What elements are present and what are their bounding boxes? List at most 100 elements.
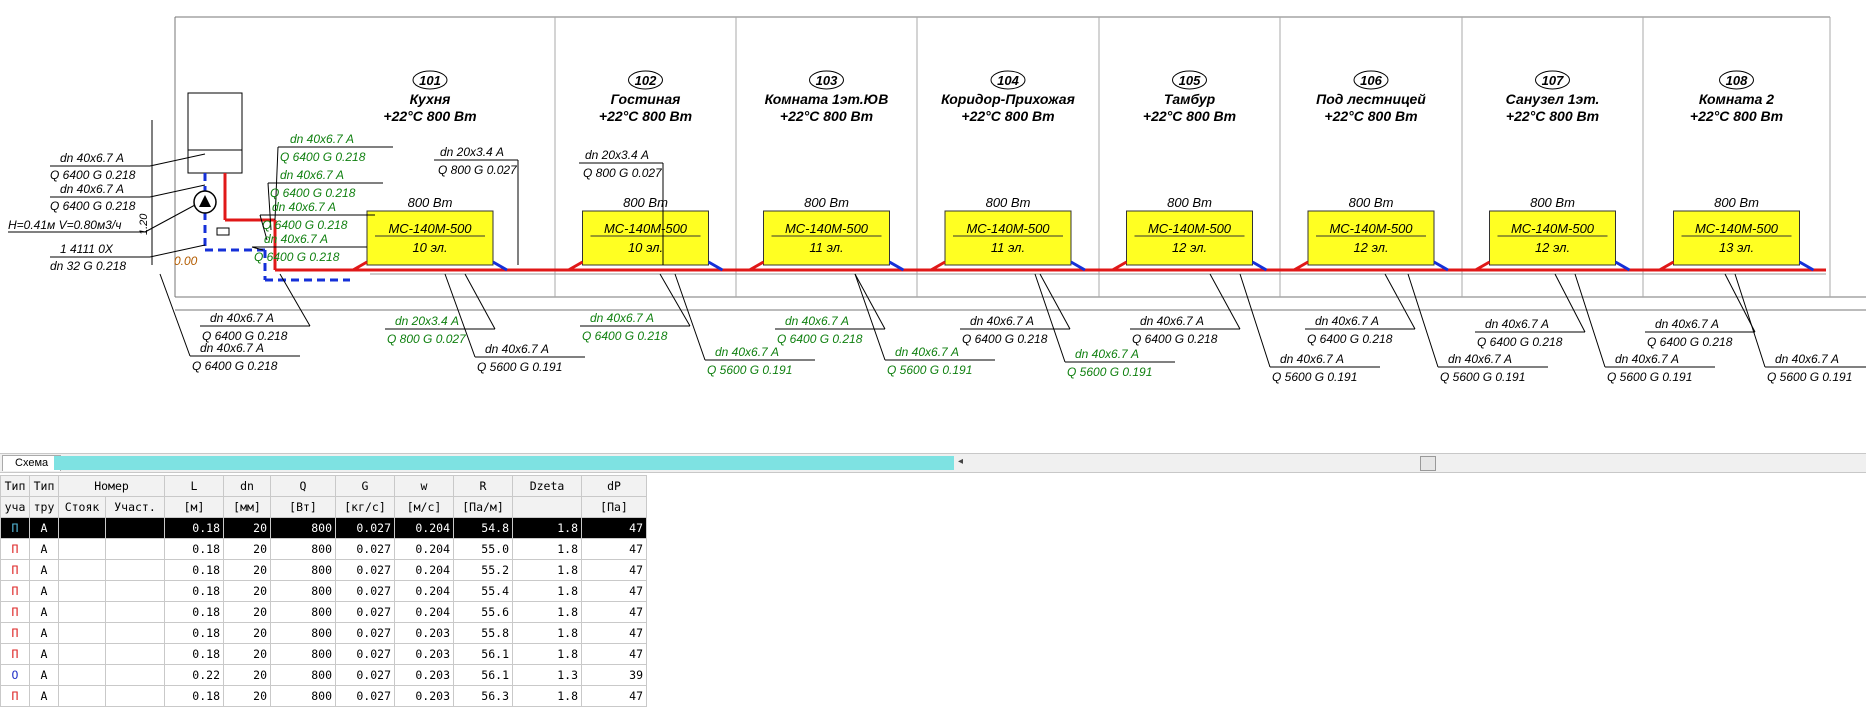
table-cell[interactable]: 20 bbox=[223, 559, 271, 581]
table-cell[interactable]: А bbox=[29, 622, 59, 644]
table-cell[interactable]: 47 bbox=[581, 538, 647, 560]
column-unit[interactable]: [кг/с] bbox=[335, 496, 395, 518]
table-cell[interactable]: 0.22 bbox=[164, 664, 224, 686]
table-cell[interactable]: 0.027 bbox=[335, 517, 395, 539]
table-cell[interactable]: 0.18 bbox=[164, 643, 224, 665]
column-header[interactable]: dP bbox=[581, 475, 647, 497]
column-unit[interactable]: [мм] bbox=[223, 496, 271, 518]
table-cell[interactable]: 0.027 bbox=[335, 538, 395, 560]
table-cell[interactable]: 47 bbox=[581, 517, 647, 539]
table-cell[interactable]: 20 bbox=[223, 622, 271, 644]
table-cell[interactable]: 55.2 bbox=[453, 559, 513, 581]
table-cell[interactable]: 0.027 bbox=[335, 664, 395, 686]
table-row[interactable]: П А 0.18 20 800 0.027 0.204 54.8 1.8 47 bbox=[0, 517, 647, 539]
table-cell[interactable]: 0.027 bbox=[335, 622, 395, 644]
table-row[interactable]: П А 0.18 20 800 0.027 0.204 55.0 1.8 47 bbox=[0, 538, 647, 560]
table-cell[interactable]: 1.8 bbox=[512, 643, 582, 665]
table-cell[interactable]: 54.8 bbox=[453, 517, 513, 539]
table-cell[interactable]: А bbox=[29, 559, 59, 581]
table-cell[interactable] bbox=[58, 601, 106, 623]
table-cell[interactable] bbox=[58, 559, 106, 581]
table-cell[interactable]: О bbox=[0, 664, 30, 686]
table-cell[interactable]: 1.8 bbox=[512, 517, 582, 539]
table-cell[interactable]: А bbox=[29, 664, 59, 686]
table-cell[interactable]: 0.204 bbox=[394, 559, 454, 581]
table-cell[interactable]: 0.18 bbox=[164, 559, 224, 581]
table-cell[interactable]: 47 bbox=[581, 685, 647, 707]
table-cell[interactable]: П bbox=[0, 559, 30, 581]
column-unit[interactable]: [Вт] bbox=[270, 496, 336, 518]
table-cell[interactable]: 0.027 bbox=[335, 601, 395, 623]
table-cell[interactable]: П bbox=[0, 685, 30, 707]
table-cell[interactable]: 0.027 bbox=[335, 685, 395, 707]
column-header[interactable]: R bbox=[453, 475, 513, 497]
table-cell[interactable]: 800 bbox=[270, 517, 336, 539]
table-cell[interactable]: П bbox=[0, 538, 30, 560]
table-cell[interactable] bbox=[105, 538, 165, 560]
table-cell[interactable]: П bbox=[0, 580, 30, 602]
horizontal-scrollbar[interactable] bbox=[54, 456, 954, 470]
table-cell[interactable]: 800 bbox=[270, 601, 336, 623]
table-cell[interactable] bbox=[105, 685, 165, 707]
table-row[interactable]: П А 0.18 20 800 0.027 0.204 55.4 1.8 47 bbox=[0, 580, 647, 602]
column-header[interactable]: Номер bbox=[58, 475, 165, 497]
table-cell[interactable] bbox=[105, 517, 165, 539]
table-cell[interactable]: 0.027 bbox=[335, 580, 395, 602]
table-cell[interactable] bbox=[58, 622, 106, 644]
table-cell[interactable]: П bbox=[0, 601, 30, 623]
table-cell[interactable]: П bbox=[0, 643, 30, 665]
table-cell[interactable] bbox=[58, 643, 106, 665]
tab-scheme[interactable]: Схема bbox=[2, 455, 62, 471]
column-unit[interactable]: [Па/м] bbox=[453, 496, 513, 518]
column-header[interactable]: Тип bbox=[0, 475, 30, 497]
column-header[interactable]: Dzeta bbox=[512, 475, 582, 497]
table-cell[interactable]: 55.6 bbox=[453, 601, 513, 623]
table-cell[interactable]: 55.8 bbox=[453, 622, 513, 644]
column-header[interactable]: Q bbox=[270, 475, 336, 497]
table-cell[interactable]: 0.18 bbox=[164, 622, 224, 644]
table-cell[interactable]: 20 bbox=[223, 664, 271, 686]
table-row[interactable]: П А 0.18 20 800 0.027 0.203 56.3 1.8 47 bbox=[0, 685, 647, 707]
column-unit[interactable]: уча bbox=[0, 496, 30, 518]
table-cell[interactable]: 800 bbox=[270, 538, 336, 560]
table-cell[interactable]: П bbox=[0, 622, 30, 644]
table-cell[interactable]: 47 bbox=[581, 643, 647, 665]
column-unit[interactable]: Стояк bbox=[58, 496, 106, 518]
table-cell[interactable] bbox=[105, 580, 165, 602]
table-cell[interactable]: 20 bbox=[223, 580, 271, 602]
table-cell[interactable]: 1.3 bbox=[512, 664, 582, 686]
table-cell[interactable]: 1.8 bbox=[512, 580, 582, 602]
table-cell[interactable]: 0.18 bbox=[164, 601, 224, 623]
table-cell[interactable] bbox=[58, 580, 106, 602]
table-cell[interactable]: П bbox=[0, 517, 30, 539]
column-unit[interactable]: тру bbox=[29, 496, 59, 518]
table-cell[interactable]: 0.18 bbox=[164, 685, 224, 707]
table-cell[interactable]: 47 bbox=[581, 580, 647, 602]
table-cell[interactable]: 0.027 bbox=[335, 643, 395, 665]
heating-scheme-canvas[interactable]: 101Кухня+22°C 800 Вт800 ВтМС-140М-50010 … bbox=[0, 0, 1866, 450]
column-unit[interactable]: [м] bbox=[164, 496, 224, 518]
table-cell[interactable]: 1.8 bbox=[512, 538, 582, 560]
table-cell[interactable]: 800 bbox=[270, 643, 336, 665]
column-unit[interactable]: Участ. bbox=[105, 496, 165, 518]
table-cell[interactable]: 47 bbox=[581, 559, 647, 581]
table-cell[interactable]: 1.8 bbox=[512, 685, 582, 707]
table-cell[interactable]: 0.204 bbox=[394, 517, 454, 539]
table-cell[interactable]: 0.204 bbox=[394, 580, 454, 602]
table-cell[interactable] bbox=[58, 517, 106, 539]
table-cell[interactable]: А bbox=[29, 538, 59, 560]
column-unit[interactable] bbox=[512, 496, 582, 518]
table-cell[interactable]: 39 bbox=[581, 664, 647, 686]
column-header[interactable]: G bbox=[335, 475, 395, 497]
table-cell[interactable]: 1.8 bbox=[512, 601, 582, 623]
table-cell[interactable]: 0.204 bbox=[394, 538, 454, 560]
table-cell[interactable]: А bbox=[29, 517, 59, 539]
table-cell[interactable]: 55.4 bbox=[453, 580, 513, 602]
table-cell[interactable]: А bbox=[29, 601, 59, 623]
table-cell[interactable]: 20 bbox=[223, 601, 271, 623]
table-cell[interactable]: 800 bbox=[270, 622, 336, 644]
table-cell[interactable]: 56.3 bbox=[453, 685, 513, 707]
table-cell[interactable]: 56.1 bbox=[453, 643, 513, 665]
table-cell[interactable]: А bbox=[29, 580, 59, 602]
table-row[interactable]: П А 0.18 20 800 0.027 0.203 55.8 1.8 47 bbox=[0, 622, 647, 644]
